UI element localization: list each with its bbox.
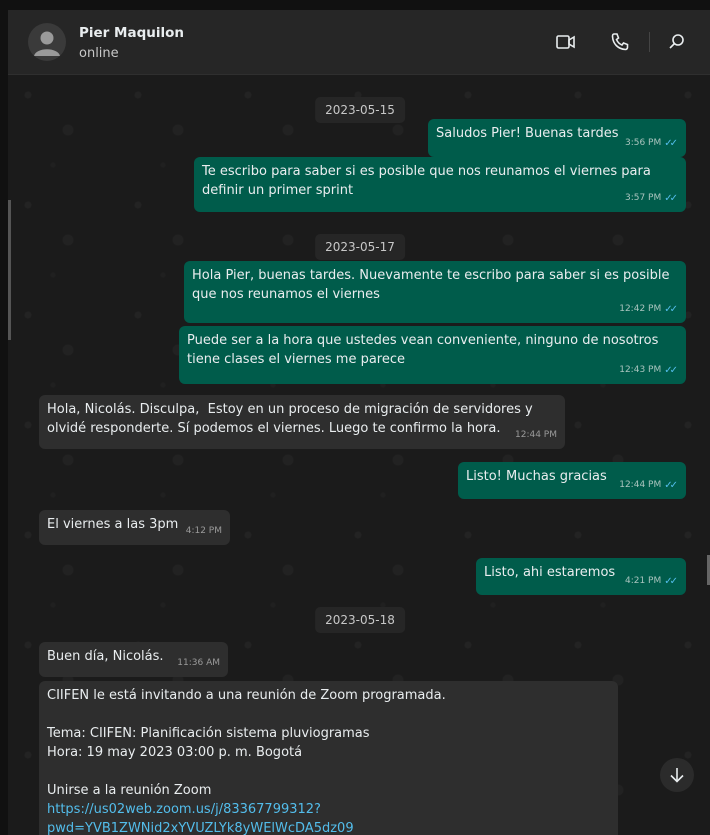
message-time: 12:44 PM: [619, 480, 662, 490]
incoming-message[interactable]: Buen día, Nicolás. 11:36 AM: [39, 642, 228, 677]
read-receipt-icon: ✓✓: [664, 576, 678, 587]
message-text: Te escribo para saber si es posible que …: [202, 164, 655, 198]
message-meta: 4:12 PM: [186, 522, 222, 541]
zoom-invite-line: CIIFEN le está invitando a una reunión d…: [47, 688, 446, 703]
incoming-message[interactable]: CIIFEN le está invitando a una reunión d…: [39, 681, 618, 835]
video-call-icon[interactable]: [554, 30, 578, 54]
message-time: 3:56 PM: [624, 138, 662, 148]
message-time: 11:36 AM: [177, 658, 220, 668]
read-receipt-icon: ✓✓: [664, 480, 678, 491]
chat-header: Pier Maquilon online: [8, 10, 710, 75]
date-separator: 2023-05-17: [315, 234, 405, 260]
outgoing-message[interactable]: Saludos Pier! Buenas tardes 3:56 PM ✓✓: [428, 119, 686, 157]
message-meta: 12:42 PM ✓✓: [619, 300, 678, 319]
message-text: Puede ser a la hora que ustedes vean con…: [187, 333, 663, 367]
search-icon[interactable]: [665, 30, 689, 54]
read-receipt-icon: ✓✓: [664, 138, 678, 149]
contact-name[interactable]: Pier Maquilon: [79, 25, 184, 41]
incoming-message[interactable]: Hola, Nicolás. Disculpa, Estoy en un pro…: [39, 395, 565, 449]
message-meta: 3:56 PM ✓✓: [625, 134, 678, 153]
message-meta: 12:43 PM ✓✓: [619, 361, 678, 380]
message-meta: 12:44 PM: [515, 426, 557, 445]
message-meta: 4:21 PM ✓✓: [625, 572, 678, 591]
left-scrollbar[interactable]: [8, 200, 11, 340]
person-avatar-icon[interactable]: [28, 23, 66, 61]
read-receipt-icon: ✓✓: [664, 304, 678, 315]
zoom-invite-time: Hora: 19 may 2023 03:00 p. m. Bogotá: [47, 745, 303, 760]
message-list[interactable]: 2023-05-15 Saludos Pier! Buenas tardes 3…: [8, 75, 710, 835]
message-text: Hola, Nicolás. Disculpa, Estoy en un pro…: [47, 402, 537, 436]
date-separator: 2023-05-15: [315, 97, 405, 123]
zoom-invite-topic: Tema: CIIFEN: Planificación sistema pluv…: [47, 726, 370, 741]
message-time: 4:21 PM: [624, 576, 662, 586]
message-time: 3:57 PM: [624, 193, 662, 203]
date-separator: 2023-05-18: [315, 607, 405, 633]
header-divider: [649, 32, 650, 52]
zoom-join-label: Unirse a la reunión Zoom: [47, 783, 212, 798]
incoming-message[interactable]: El viernes a las 3pm 4:12 PM: [39, 510, 230, 545]
read-receipt-icon: ✓✓: [664, 193, 678, 204]
message-time: 4:12 PM: [185, 526, 222, 536]
contact-status: online: [79, 46, 119, 61]
chat-window: Pier Maquilon online 2023-05-15 Saludos: [8, 10, 710, 835]
outgoing-message[interactable]: Listo, ahi estaremos 4:21 PM ✓✓: [476, 558, 686, 595]
voice-call-icon[interactable]: [608, 30, 632, 54]
read-receipt-icon: ✓✓: [664, 365, 678, 376]
message-time: 12:43 PM: [619, 365, 662, 375]
message-text: Hola Pier, buenas tardes. Nuevamente te …: [192, 268, 674, 302]
message-meta: 3:57 PM ✓✓: [625, 189, 678, 208]
zoom-link[interactable]: https://us02web.zoom.us/j/83367799312?pw…: [47, 800, 610, 835]
message-meta: 12:44 PM ✓✓: [619, 476, 678, 495]
outgoing-message[interactable]: Puede ser a la hora que ustedes vean con…: [179, 326, 686, 384]
outgoing-message[interactable]: Listo! Muchas gracias 12:44 PM ✓✓: [458, 462, 686, 499]
message-meta: 11:36 AM: [177, 654, 220, 673]
outgoing-message[interactable]: Te escribo para saber si es posible que …: [194, 157, 686, 212]
arrow-down-icon: [670, 768, 684, 783]
outgoing-message[interactable]: Hola Pier, buenas tardes. Nuevamente te …: [184, 261, 686, 323]
message-time: 12:42 PM: [619, 304, 662, 314]
scroll-to-bottom-button[interactable]: [660, 758, 694, 792]
message-time: 12:44 PM: [515, 430, 557, 440]
